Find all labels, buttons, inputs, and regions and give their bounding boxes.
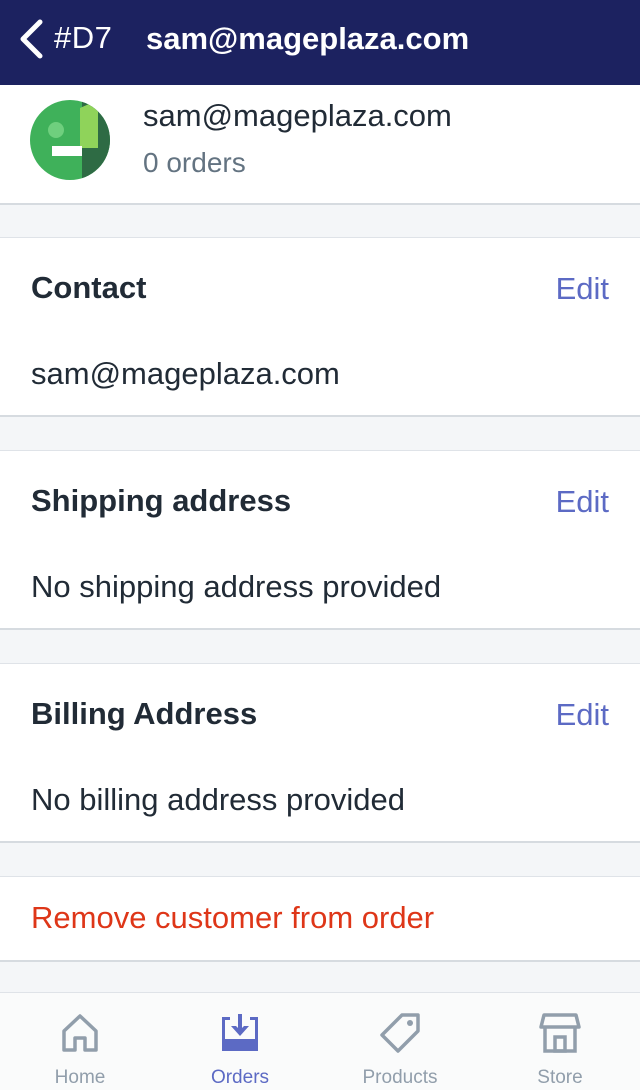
contact-edit-button[interactable]: Edit [556, 271, 609, 307]
customer-avatar [30, 100, 110, 180]
tab-store[interactable]: Store [480, 993, 640, 1090]
tab-bar: Home Orders Products Store [0, 992, 640, 1090]
chevron-left-icon [20, 19, 43, 59]
tab-home-label: Home [54, 1067, 106, 1088]
store-icon [539, 1013, 581, 1053]
home-icon [62, 1014, 98, 1052]
tab-store-label: Store [537, 1067, 583, 1088]
tab-products[interactable]: Products [320, 993, 480, 1090]
tab-orders-label: Orders [210, 1067, 270, 1088]
customer-email: sam@mageplaza.com [143, 98, 452, 133]
tag-icon [380, 1013, 420, 1053]
order-number: #D7 [54, 20, 113, 55]
remove-customer-button[interactable]: Remove customer from order [31, 900, 434, 936]
billing-address-text: No billing address provided [31, 782, 405, 817]
contact-email: sam@mageplaza.com [31, 356, 340, 391]
contact-title: Contact [31, 270, 147, 305]
navigation-bar: #D7 sam@mageplaza.com [0, 0, 640, 85]
tab-home[interactable]: Home [0, 993, 160, 1090]
back-button[interactable] [14, 16, 48, 62]
billing-title: Billing Address [31, 696, 258, 731]
orders-icon [222, 1014, 258, 1051]
page-title: sam@mageplaza.com [146, 21, 470, 56]
customer-order-count: 0 orders [143, 147, 246, 178]
tab-orders[interactable]: Orders [160, 993, 320, 1090]
shipping-edit-button[interactable]: Edit [556, 484, 609, 520]
shipping-address-text: No shipping address provided [31, 569, 442, 604]
shipping-title: Shipping address [31, 483, 292, 518]
billing-edit-button[interactable]: Edit [556, 697, 609, 733]
tab-products-label: Products [362, 1067, 438, 1088]
